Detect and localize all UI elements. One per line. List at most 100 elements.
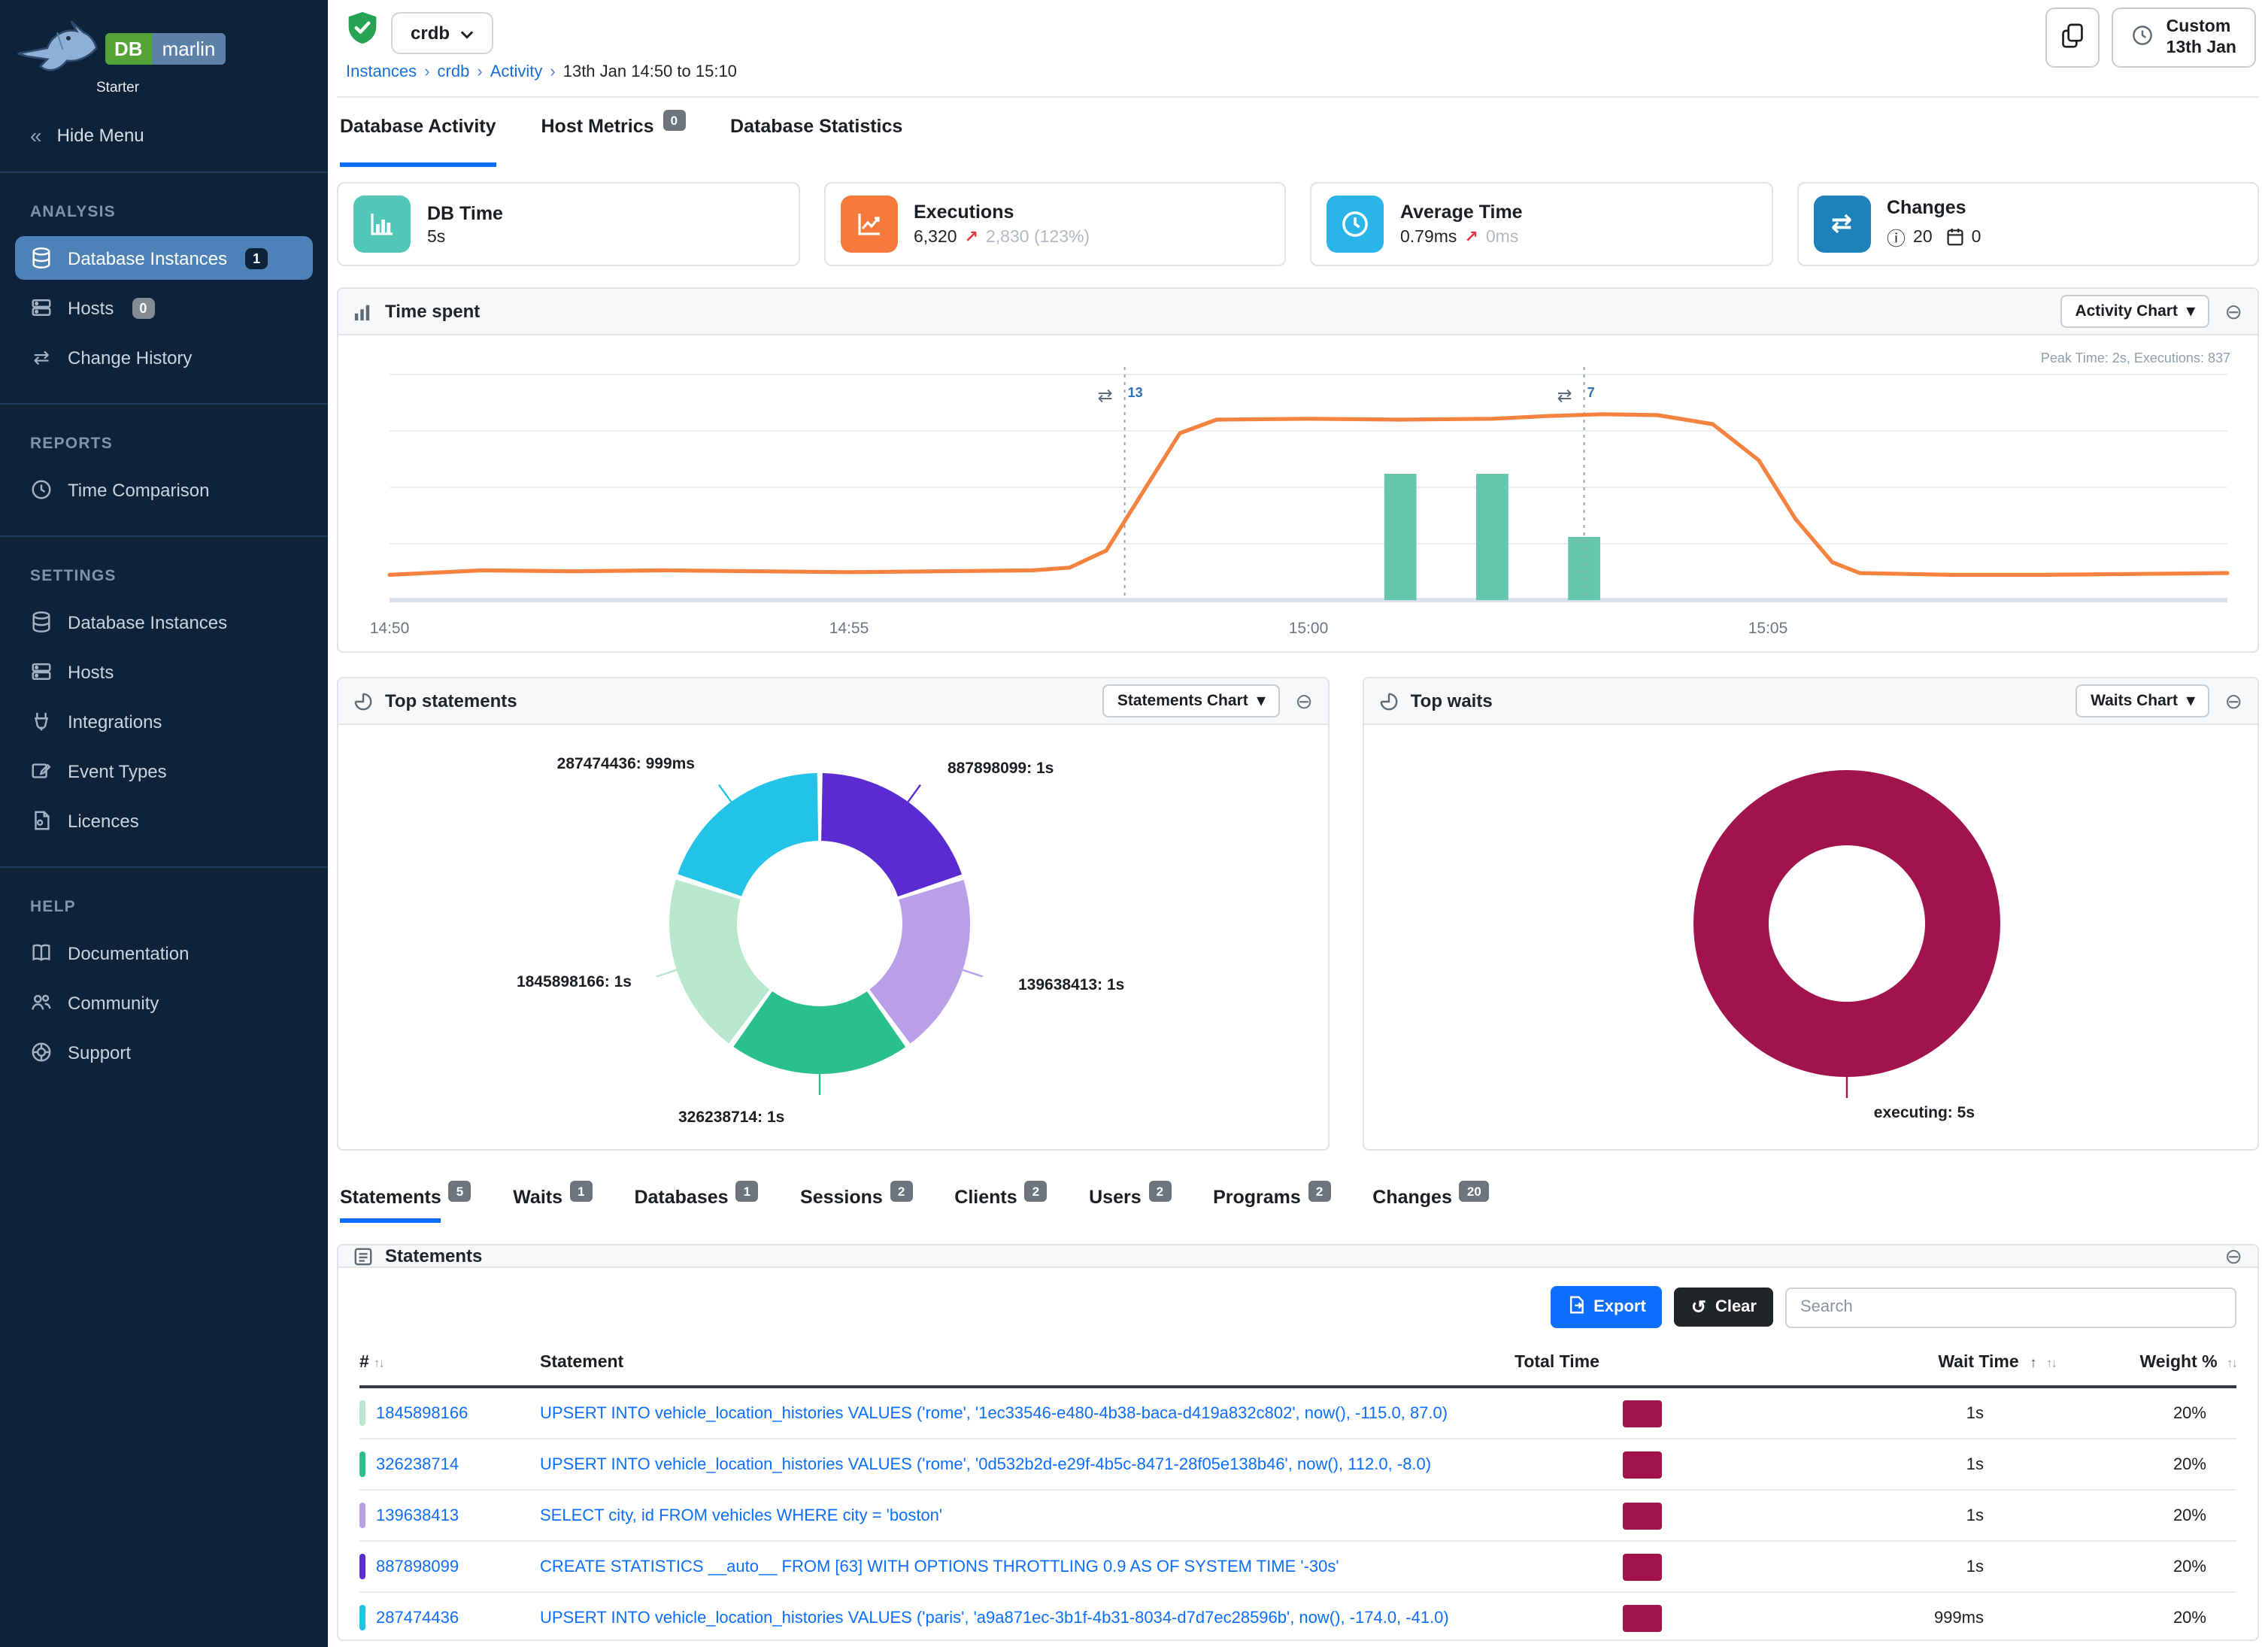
charts-row: Top statements Statements Chart ▾ ⊖ 2874…	[337, 677, 2259, 1151]
sort-icon[interactable]: ↑↓	[2227, 1355, 2236, 1370]
statement-link[interactable]: UPSERT INTO vehicle_location_histories V…	[540, 1455, 1515, 1473]
statement-id-link[interactable]: 287474436	[376, 1609, 459, 1627]
statement-color-chip	[359, 1554, 365, 1579]
statements-donut-svg	[654, 758, 985, 1089]
section-title-reports: REPORTS	[30, 435, 328, 453]
logo[interactable]: DB marlin	[0, 0, 328, 89]
statement-id-link[interactable]: 139638413	[376, 1506, 459, 1524]
kpi-db-time-value: 5s	[427, 228, 445, 246]
topbar: crdb Instances › crdb › Activity › 13th …	[337, 0, 2259, 98]
tab-databases[interactable]: Databases 1	[634, 1187, 758, 1223]
instance-selector[interactable]: crdb	[391, 11, 493, 53]
sort-ascending-icon[interactable]: ↑	[2030, 1355, 2037, 1372]
top-waits-header: Top waits Waits Chart ▾ ⊖	[1364, 678, 2257, 725]
sidebar-item-licences[interactable]: Licences	[15, 799, 313, 842]
wait-time-value: 1s	[1966, 1404, 2056, 1422]
statement-id-link[interactable]: 326238714	[376, 1455, 459, 1473]
sidebar-item-database-instances[interactable]: Database Instances 1	[15, 236, 313, 280]
column-wait-time[interactable]: Wait Time	[1938, 1354, 2018, 1372]
total-time-bar	[1623, 1604, 1662, 1631]
svg-text:⇄: ⇄	[1098, 386, 1113, 406]
tab-host-metrics[interactable]: Host Metrics 0	[541, 116, 686, 167]
sidebar-item-hosts[interactable]: Hosts 0	[15, 286, 313, 329]
activity-chart-select[interactable]: Activity Chart ▾	[2060, 295, 2209, 328]
plug-icon	[30, 710, 53, 733]
svg-text:7: 7	[1587, 385, 1595, 400]
server-icon	[30, 660, 53, 683]
kpi-average-time-value: 0.79ms	[1400, 228, 1457, 246]
kpi-executions-value: 6,320	[914, 228, 957, 246]
tab-sessions[interactable]: Sessions 2	[800, 1187, 912, 1223]
statement-id-link[interactable]: 887898099	[376, 1558, 459, 1576]
total-time-bar	[1623, 1502, 1662, 1529]
column-id[interactable]: #	[359, 1354, 369, 1372]
count-badge: 0	[663, 110, 685, 131]
breadcrumb-crdb[interactable]: crdb	[438, 63, 470, 81]
divider	[0, 866, 328, 868]
statement-link[interactable]: UPSERT INTO vehicle_location_histories V…	[540, 1609, 1515, 1627]
collapse-icon[interactable]: ⊖	[2225, 301, 2242, 322]
column-total-time[interactable]: Total Time	[1515, 1354, 1770, 1372]
hide-menu-button[interactable]: « Hide Menu	[0, 105, 328, 165]
time-range-button[interactable]: Custom 13th Jan	[2112, 8, 2256, 68]
table-row: 1845898166 UPSERT INTO vehicle_location_…	[359, 1388, 2236, 1439]
top-waits-chart[interactable]: executing: 5s	[1364, 725, 2257, 1149]
svg-text:15:00: 15:00	[1289, 620, 1329, 637]
tab-changes[interactable]: Changes 20	[1372, 1187, 1489, 1223]
line-chart-icon	[840, 196, 897, 253]
svg-text:14:50: 14:50	[370, 620, 410, 637]
sidebar-item-community[interactable]: Community	[15, 981, 313, 1024]
tab-database-activity[interactable]: Database Activity	[340, 116, 496, 167]
breadcrumb-activity[interactable]: Activity	[490, 63, 543, 81]
swap-arrows-icon: ⇄	[1813, 196, 1870, 253]
collapse-icon[interactable]: ⊖	[2225, 1245, 2242, 1266]
top-statements-chart[interactable]: 287474436: 999ms 887898099: 1s 184589816…	[338, 725, 1328, 1149]
search-input[interactable]	[1785, 1287, 2236, 1327]
sidebar-item-support[interactable]: Support	[15, 1030, 313, 1074]
time-range-date: 13th Jan	[2166, 39, 2236, 57]
count-badge: 0	[132, 297, 154, 318]
sort-icon[interactable]: ↑↓	[374, 1355, 384, 1370]
double-chevron-left-icon: «	[30, 123, 42, 147]
export-button[interactable]: Export	[1550, 1286, 1663, 1328]
sidebar-item-documentation[interactable]: Documentation	[15, 931, 313, 975]
kpi-executions: Executions 6,320 ↗ 2,830 (123%)	[823, 182, 1286, 266]
sidebar-item-settings-database-instances[interactable]: Database Instances	[15, 600, 313, 644]
copy-link-button[interactable]	[2046, 8, 2100, 68]
section-title-help: HELP	[30, 898, 328, 916]
clear-button[interactable]: ↺ Clear	[1675, 1288, 1773, 1327]
statement-id-link[interactable]: 1845898166	[376, 1404, 468, 1422]
tab-waits[interactable]: Waits 1	[513, 1187, 592, 1223]
sidebar-item-event-types[interactable]: Event Types	[15, 749, 313, 793]
waits-chart-select[interactable]: Waits Chart ▾	[2075, 684, 2209, 717]
breadcrumb-instances[interactable]: Instances	[346, 63, 417, 81]
waits-donut-svg	[1681, 758, 2012, 1089]
collapse-icon[interactable]: ⊖	[1295, 690, 1312, 711]
statement-link[interactable]: CREATE STATISTICS __auto__ FROM [63] WIT…	[540, 1558, 1515, 1576]
tab-users[interactable]: Users 2	[1089, 1187, 1171, 1223]
statement-link[interactable]: UPSERT INTO vehicle_location_histories V…	[540, 1404, 1515, 1422]
column-weight[interactable]: Weight %	[2140, 1354, 2218, 1372]
clock-icon	[1327, 196, 1384, 253]
column-statement[interactable]: Statement	[540, 1354, 1515, 1372]
sidebar-item-integrations[interactable]: Integrations	[15, 699, 313, 743]
sidebar-item-settings-hosts[interactable]: Hosts	[15, 650, 313, 693]
kpi-db-time: DB Time 5s	[337, 182, 799, 266]
tab-statements[interactable]: Statements 5	[340, 1187, 471, 1223]
statements-chart-select[interactable]: Statements Chart ▾	[1102, 684, 1280, 717]
server-icon	[30, 296, 53, 319]
export-icon	[1566, 1295, 1584, 1319]
database-icon	[30, 611, 53, 633]
total-time-bar	[1623, 1400, 1662, 1427]
sort-icon[interactable]: ↑↓	[2046, 1355, 2056, 1370]
statement-link[interactable]: SELECT city, id FROM vehicles WHERE city…	[540, 1506, 1515, 1524]
sidebar-item-time-comparison[interactable]: Time Comparison	[15, 468, 313, 511]
kpi-average-time-delta: 0ms	[1486, 228, 1518, 246]
info-circle-icon: ⓘ	[1887, 223, 1906, 251]
tab-programs[interactable]: Programs 2	[1213, 1187, 1330, 1223]
tab-database-statistics[interactable]: Database Statistics	[730, 116, 902, 167]
tab-clients[interactable]: Clients 2	[954, 1187, 1047, 1223]
collapse-icon[interactable]: ⊖	[2225, 690, 2242, 711]
sidebar-item-change-history[interactable]: ⇄ Change History	[15, 335, 313, 379]
time-spent-chart[interactable]: Peak Time: 2s, Executions: 837 ⇄13⇄714:5…	[338, 335, 2257, 651]
